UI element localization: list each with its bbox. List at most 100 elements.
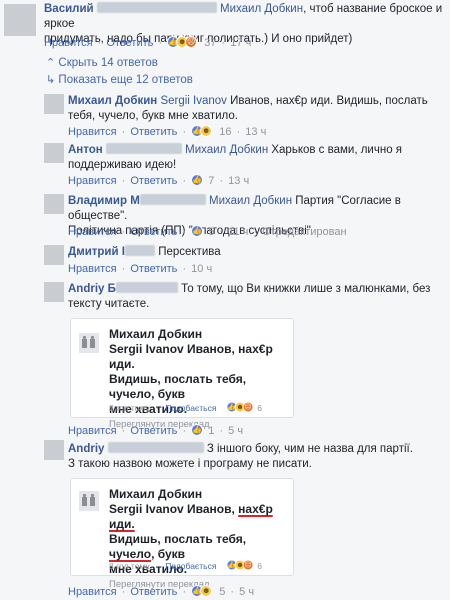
separator: · (219, 226, 224, 238)
comment-author[interactable]: Andriy (68, 443, 104, 455)
comment-author[interactable]: Andriy (68, 283, 104, 295)
separator: · (219, 175, 224, 187)
blurred-surname (105, 143, 182, 154)
like-reaction-icon: 👍 (191, 225, 204, 237)
separator: · (253, 226, 258, 238)
avatar[interactable] (44, 143, 64, 163)
avatar[interactable] (44, 245, 64, 265)
hide-replies-label: Скрыть 14 ответов (58, 57, 158, 69)
avatar[interactable] (4, 4, 36, 36)
like-button[interactable]: Нравится (68, 263, 117, 275)
card-body: Михаил Добкин Sergii Ivanov Иванов, нах€… (109, 487, 291, 590)
separator: · (182, 263, 187, 275)
separator: · (221, 37, 226, 49)
comment-text: То тому, що Ви книжки лише з малюнками, … (181, 283, 431, 295)
comment-text: З такою назвою можете і програму не писа… (68, 458, 312, 470)
reaction-count: 16 (219, 126, 232, 138)
like-button[interactable]: Нравится (44, 37, 93, 49)
like-button[interactable]: Нравится (68, 175, 117, 187)
comment-time[interactable]: 10 ч (191, 263, 212, 275)
reactions-icons[interactable]: 👍 ☻ (191, 125, 216, 137)
haha-reaction-icon: ☻ (200, 585, 213, 597)
angry-reaction-icon: ☹ (242, 559, 254, 571)
mention-link[interactable]: Михаил Добкин (220, 3, 303, 15)
comment-actions: Нравится · Ответить · 👍 ☻ ☹ 37 · 17 ч (44, 36, 251, 50)
comment-time[interactable]: 5 ч (239, 586, 254, 598)
blurred-surname (139, 194, 206, 205)
blurred-surname (124, 245, 155, 256)
reaction-count: 5 (219, 586, 226, 598)
shared-screenshot-card[interactable]: Михаил Добкин Sergii Ivanov Иванов, нах€… (70, 318, 294, 430)
reply-button[interactable]: Ответить (130, 126, 177, 138)
comment-actions: Нравится · Ответить · 👍 ☻ 16 · 13 ч (68, 125, 266, 139)
card-actions: 8 год тому · Подобається 👍 ☻ ☹ 6 (109, 559, 262, 571)
avatar (79, 491, 99, 511)
separator: · (219, 425, 224, 437)
comment-text: Иванов, нах€р иди. Видишь, послать (226, 95, 428, 107)
reply-button[interactable]: Ответить (130, 175, 177, 187)
hide-replies-link[interactable]: ⌃ Скрыть 14 ответов (46, 56, 158, 69)
reactions-icons[interactable]: 👍 (191, 424, 205, 436)
mention-link[interactable]: Михаил Добкин (209, 195, 292, 207)
like-button[interactable]: Нравится (68, 226, 117, 238)
angry-reaction-icon: ☹ (242, 401, 254, 413)
separator: · (182, 425, 187, 437)
comment-text: тексту читаєте. (68, 298, 150, 310)
reactions-icons[interactable]: 👍 (191, 225, 205, 237)
comment-time[interactable]: 17 ч (230, 37, 251, 49)
show-more-label: Показать еще 12 ответов (58, 74, 193, 86)
like-button[interactable]: Нравится (68, 425, 117, 437)
comment-text: тебя, чучело, букв мне хватило. (68, 110, 238, 122)
separator: · (182, 226, 187, 238)
angry-reaction-icon: ☹ (185, 36, 198, 48)
reply-button[interactable]: Ответить (130, 226, 177, 238)
like-button[interactable]: Нравится (68, 586, 117, 598)
card-actions: 8 год тому · Подобається 👍 ☻ ☹ 6 (109, 401, 262, 413)
comment-author-initial[interactable]: Б (108, 283, 116, 295)
card-text: Sergii Ivanov Иванов, нах€р иди. (109, 342, 273, 371)
mention-link[interactable]: Sergii Ivanov (160, 95, 226, 107)
card-text-part: Видишь, послать тебя, (109, 532, 247, 546)
avatar[interactable] (44, 282, 64, 302)
comment-author[interactable]: Василий (44, 3, 94, 15)
comment-text: З іншого боку, чим не назва для партії. (206, 443, 413, 455)
reactions-icons[interactable]: 👍 ☻ (191, 585, 216, 597)
comment-author[interactable]: Антон (68, 144, 103, 156)
reaction-count: 1 (208, 425, 215, 437)
like-button[interactable]: Нравится (68, 126, 117, 138)
comment-time[interactable]: 13 ч (245, 126, 266, 138)
edited-label[interactable]: Отредактирован (262, 226, 346, 238)
comment-author-initial[interactable]: М (130, 195, 140, 207)
show-more-replies-link[interactable]: ↳ Показать еще 12 ответов (46, 73, 193, 86)
reactions-icons[interactable]: 👍 ☻ ☹ (167, 36, 201, 48)
reply-button[interactable]: Ответить (106, 37, 153, 49)
comment-anton: Антон Михаил Добкин Харьков с вами, личн… (68, 143, 444, 173)
comment-author[interactable]: Дмитрий (68, 246, 119, 258)
separator: · (121, 226, 126, 238)
comment-time[interactable]: 13 ч (228, 175, 249, 187)
comment-author[interactable]: Владимир (68, 195, 127, 207)
like-reaction-icon: 👍 (191, 424, 204, 436)
mention-link[interactable]: Михаил Добкин (185, 144, 268, 156)
separator: · (182, 175, 187, 187)
reply-button[interactable]: Ответить (130, 425, 177, 437)
comment-text: поддерживаю идею! (68, 159, 177, 171)
avatar[interactable] (44, 94, 64, 114)
shared-screenshot-card[interactable]: Михаил Добкин Sergii Ivanov Иванов, нах€… (70, 478, 294, 590)
separator: · (182, 126, 187, 138)
comment-time[interactable]: 5 ч (228, 425, 243, 437)
avatar[interactable] (44, 194, 64, 214)
reactions-icons: 👍 ☻ ☹ (226, 401, 254, 413)
card-like: Подобається (165, 403, 217, 413)
card-body: Михаил Добкин Sergii Ivanov Иванов, нах€… (109, 327, 291, 430)
reply-button[interactable]: Ответить (130, 263, 177, 275)
avatar[interactable] (44, 440, 64, 460)
card-time: 8 год тому (109, 403, 150, 413)
comment-author[interactable]: Михаил Добкин (68, 95, 157, 107)
comment-time[interactable]: 11 ч (228, 226, 248, 238)
reaction-count: 7 (208, 175, 215, 187)
reactions-icons[interactable]: 👍 (191, 174, 205, 186)
reply-button[interactable]: Ответить (130, 586, 177, 598)
comment-andriy-2: Andriy З іншого боку, чим не назва для п… (68, 442, 444, 472)
separator: · (121, 175, 126, 187)
